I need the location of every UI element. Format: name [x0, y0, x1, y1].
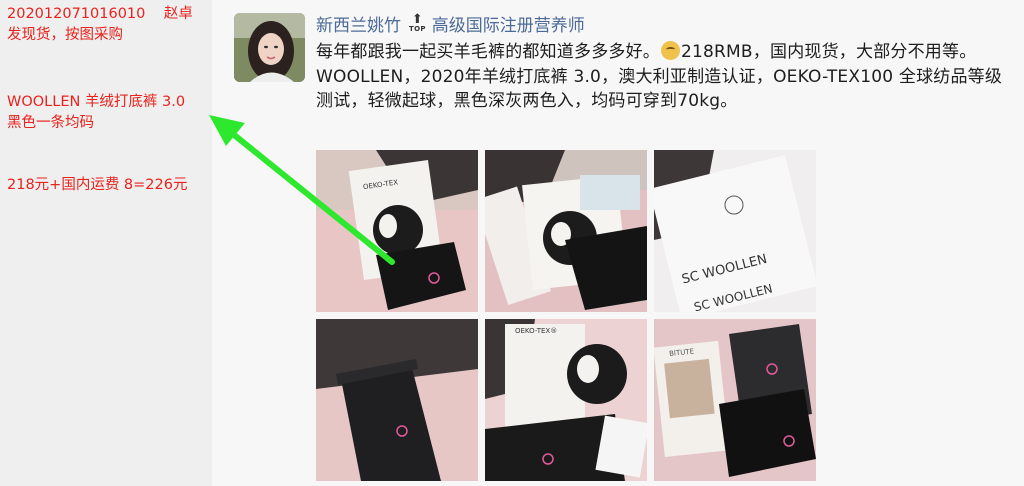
avatar[interactable]: [234, 13, 305, 82]
price-note: 218元+国内运费 8=226元: [7, 177, 188, 193]
post-body-part-1: 每年都跟我一起买羊毛裤的都知道多多多好。: [316, 42, 660, 62]
photo-2-image: [485, 150, 647, 312]
photo-6-image: BITUTE: [654, 319, 816, 481]
author-title: 高级国际注册营养师: [431, 15, 585, 36]
order-line-1: 202012071016010 赵卓: [7, 6, 193, 22]
product-note: WOOLLEN 羊绒打底裤 3.0 黑色一条均码: [7, 92, 185, 134]
product-line-1: WOOLLEN 羊绒打底裤 3.0: [7, 94, 186, 110]
photo-3[interactable]: SC WOOLLEN SC WOOLLEN: [654, 150, 816, 312]
annotation-panel: 202012071016010 赵卓 发现货，按图采购 WOOLLEN 羊绒打底裤…: [0, 0, 212, 486]
thinking-face-icon: [661, 41, 680, 60]
photo-5-label: OEKO-TEX®: [515, 327, 557, 335]
photo-6[interactable]: BITUTE: [654, 319, 816, 481]
photo-4-image: [316, 319, 478, 481]
product-line-2: 黑色一条均码: [7, 115, 94, 131]
author-row: 新西兰姚竹 ⬆ TOP 高级国际注册营养师: [316, 10, 585, 36]
post-body: 每年都跟我一起买羊毛裤的都知道多多多好。 218RMB，国内现货，大部分不用等。W…: [316, 40, 1016, 114]
moments-post: 新西兰姚竹 ⬆ TOP 高级国际注册营养师 每年都跟我一起买羊毛裤的都知道多多多…: [212, 0, 1024, 486]
photo-1-image: OEKO-TEX: [316, 150, 478, 312]
top-badge-text: TOP: [409, 24, 426, 33]
photo-5[interactable]: OEKO-TEX®: [485, 319, 647, 481]
avatar-image: [234, 13, 305, 82]
author-name[interactable]: 新西兰姚竹: [316, 11, 401, 36]
top-icon: ⬆ TOP: [409, 11, 426, 33]
order-note: 202012071016010 赵卓 发现货，按图采购: [7, 4, 193, 46]
photo-2[interactable]: [485, 150, 647, 312]
order-line-2: 发现货，按图采购: [7, 27, 123, 43]
photo-1[interactable]: OEKO-TEX: [316, 150, 478, 312]
photo-5-image: OEKO-TEX®: [485, 319, 647, 481]
photo-4[interactable]: [316, 319, 478, 481]
photo-3-image: SC WOOLLEN SC WOOLLEN: [654, 150, 816, 312]
